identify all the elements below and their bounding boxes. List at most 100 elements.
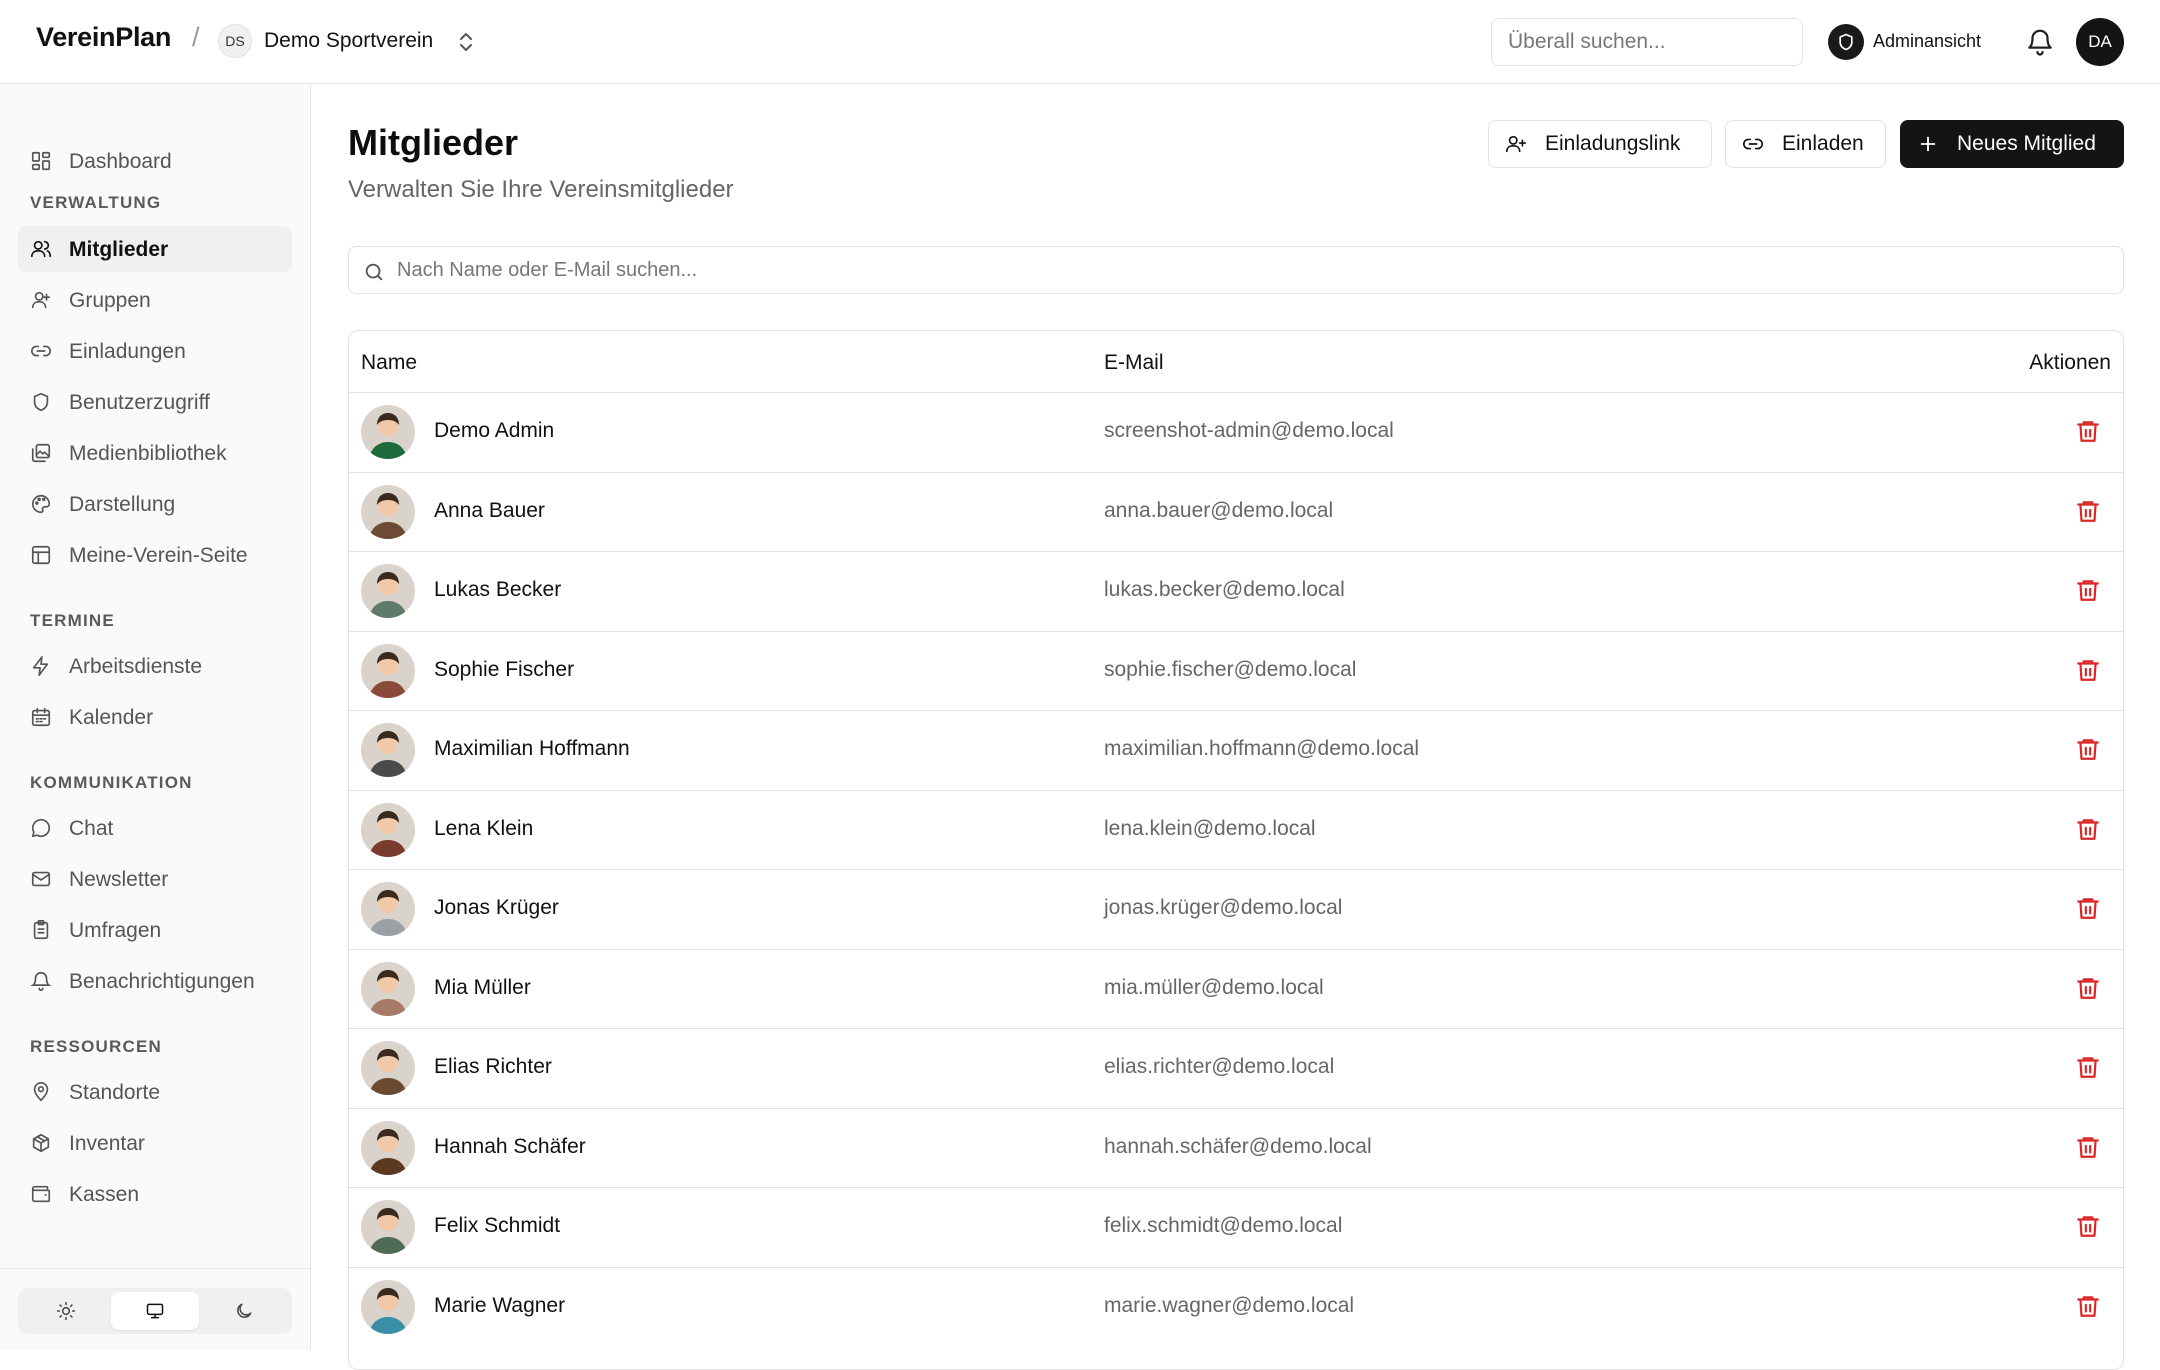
trash-icon[interactable] (2075, 498, 2101, 524)
avatar (361, 961, 415, 1016)
brand-logo[interactable]: VereinPlan (36, 22, 171, 53)
trash-icon[interactable] (2075, 1293, 2101, 1319)
trash-icon[interactable] (2075, 577, 2101, 603)
sidebar-item-standorte[interactable]: Standorte (18, 1069, 292, 1115)
sidebar-item-medienbibliothek[interactable]: Medienbibliothek (18, 430, 292, 476)
table-row[interactable]: Hannah Schäfer hannah.schäfer@demo.local (349, 1107, 2123, 1187)
chat-icon (31, 818, 51, 838)
sidebar-item-dashboard[interactable]: Dashboard (18, 138, 292, 184)
table-row[interactable]: Mia Müller mia.müller@demo.local (349, 948, 2123, 1028)
table-row[interactable]: Elias Richter elias.richter@demo.local (349, 1028, 2123, 1107)
table-row[interactable]: Felix Schmidt felix.schmidt@demo.local (349, 1187, 2123, 1266)
trash-icon[interactable] (2075, 657, 2101, 683)
sidebar-item-benutzerzugriff[interactable]: Benutzerzugriff (18, 379, 292, 425)
member-name: Hannah Schäfer (434, 1134, 586, 1158)
avatar (361, 643, 415, 698)
invite-label: Einladen (1782, 132, 1864, 155)
sidebar-item-chat[interactable]: Chat (18, 805, 292, 851)
sun-icon (56, 1301, 76, 1321)
member-email: jonas.krüger@demo.local (1104, 896, 1343, 919)
member-search (348, 246, 2124, 294)
table-row[interactable]: Lena Klein lena.klein@demo.local (349, 789, 2123, 869)
member-name: Felix Schmidt (434, 1214, 561, 1237)
sidebar-item-gruppen[interactable]: Gruppen (18, 277, 292, 323)
table-row[interactable]: Anna Bauer anna.bauer@demo.local (349, 471, 2123, 551)
theme-system-button[interactable] (111, 1292, 199, 1330)
user-avatar[interactable]: DA (2076, 18, 2124, 66)
member-name: Sophie Fischer (434, 657, 575, 681)
invite-button[interactable]: Einladen (1725, 120, 1886, 168)
trash-icon[interactable] (2075, 418, 2101, 444)
invite-link-label: Einladungslink (1545, 132, 1681, 155)
trash-icon[interactable] (2075, 1213, 2101, 1239)
link-icon (1743, 138, 1763, 150)
sidebar-item-einladungen[interactable]: Einladungen (18, 328, 292, 374)
sidebar-item-newsletter[interactable]: Newsletter (18, 856, 292, 902)
theme-light-button[interactable] (22, 1292, 110, 1330)
table-row[interactable]: Jonas Krüger jonas.krüger@demo.local (349, 869, 2123, 948)
bell-icon (30, 972, 52, 991)
member-name: Jonas Krüger (434, 896, 559, 919)
sidebar-item-arbeitsdienste[interactable]: Arbeitsdienste (18, 643, 292, 689)
admin-view-toggle[interactable]: Adminansicht (1873, 31, 1981, 52)
member-email: screenshot-admin@demo.local (1104, 419, 1394, 442)
sidebar-item-darstellung[interactable]: Darstellung (18, 481, 292, 527)
member-email: marie.wagner@demo.local (1104, 1293, 1355, 1317)
shield-icon[interactable] (1828, 24, 1864, 60)
invite-link-button[interactable]: Einladungslink (1488, 120, 1712, 168)
avatar (361, 1279, 415, 1334)
sidebar-item-label: Benutzerzugriff (69, 391, 210, 414)
trash-icon[interactable] (2075, 816, 2101, 842)
org-avatar[interactable]: DS (218, 24, 252, 58)
sidebar-item-kalender[interactable]: Kalender (18, 694, 292, 740)
avatar (361, 1200, 415, 1254)
chevron-up-down-icon[interactable] (456, 28, 476, 56)
trash-icon[interactable] (2075, 975, 2101, 1001)
member-name: Marie Wagner (434, 1293, 566, 1317)
bell-icon[interactable] (2025, 27, 2055, 57)
sidebar-item-meine-verein-seite[interactable]: Meine-Verein-Seite (18, 532, 292, 578)
table-row[interactable]: Maximilian Hoffmann maximilian.hoffmann@d… (349, 710, 2123, 789)
sidebar-item-label: Einladungen (69, 340, 186, 363)
sidebar-item-label: Arbeitsdienste (69, 655, 203, 678)
wallet-icon (31, 1185, 51, 1203)
org-switcher-label[interactable]: Demo Sportverein (264, 29, 433, 53)
sidebar-item-mitglieder[interactable]: Mitglieder (18, 226, 292, 272)
package-icon (32, 1133, 50, 1153)
avatar (361, 882, 415, 936)
trash-icon[interactable] (2075, 895, 2101, 921)
column-header-email[interactable]: E-Mail (1104, 351, 1164, 375)
column-header-name[interactable]: Name (361, 351, 417, 375)
theme-dark-button[interactable] (200, 1292, 288, 1330)
trash-icon[interactable] (2075, 1054, 2101, 1080)
link-icon (31, 345, 51, 357)
page-title: Mitglieder (348, 122, 519, 163)
member-email: mia.müller@demo.local (1104, 975, 1324, 999)
sidebar-item-label: Meine-Verein-Seite (69, 544, 248, 567)
sidebar-item-label: Inventar (69, 1132, 145, 1155)
section-label-termine: TERMINE (30, 611, 115, 630)
table-row[interactable]: Demo Admin screenshot-admin@demo.local (349, 392, 2123, 471)
table-row[interactable]: Marie Wagner marie.wagner@demo.local (349, 1266, 2123, 1346)
global-search-input[interactable] (1491, 18, 1803, 66)
table-row[interactable]: Lukas Becker lukas.becker@demo.local (349, 551, 2123, 630)
member-name: Elias Richter (434, 1055, 552, 1078)
sidebar-item-kassen[interactable]: Kassen (18, 1171, 292, 1217)
new-member-button[interactable]: Neues Mitglied (1900, 120, 2124, 168)
search-icon (365, 263, 383, 281)
member-search-input[interactable] (397, 247, 2097, 293)
sidebar-item-label: Mitglieder (69, 238, 169, 261)
sidebar-item-benachrichtigungen[interactable]: Benachrichtigungen (18, 958, 292, 1004)
avatar (361, 802, 415, 857)
member-email: felix.schmidt@demo.local (1104, 1214, 1343, 1237)
table-row[interactable]: Sophie Fischer sophie.fischer@demo.local (349, 630, 2123, 710)
member-email: elias.richter@demo.local (1104, 1055, 1335, 1078)
sidebar-item-label: Standorte (69, 1081, 161, 1104)
sidebar-item-inventar[interactable]: Inventar (18, 1120, 292, 1166)
user-group-icon (31, 291, 51, 309)
sidebar-item-label: Newsletter (69, 868, 169, 891)
member-name: Maximilian Hoffmann (434, 737, 630, 760)
trash-icon[interactable] (2075, 736, 2101, 762)
sidebar-item-umfragen[interactable]: Umfragen (18, 907, 292, 953)
trash-icon[interactable] (2075, 1134, 2101, 1160)
